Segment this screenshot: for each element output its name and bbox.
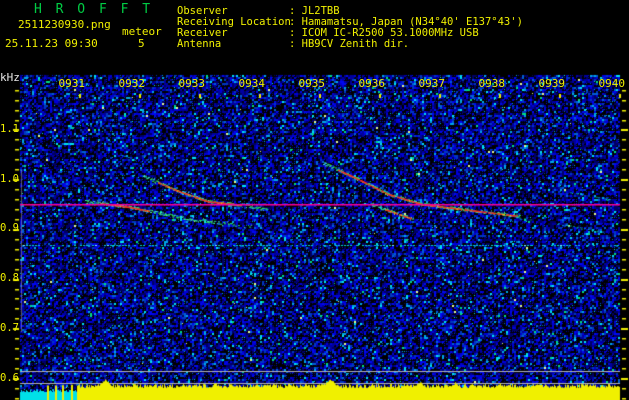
station-info: Observer: JL2TBB Receiving Location: Hama… bbox=[177, 6, 523, 50]
station-info-row: Antenna: HB9CV Zenith dir. bbox=[177, 38, 410, 50]
spectrogram-canvas bbox=[0, 0, 629, 400]
freq-axis-unit: kHz bbox=[0, 71, 20, 84]
capture-filename: 2511230930.png bbox=[18, 18, 111, 31]
app-title: H R O F F T bbox=[34, 2, 154, 17]
time-tick-label: 0938 bbox=[478, 77, 506, 90]
time-tick-label: 0937 bbox=[418, 77, 446, 90]
hrofft-screen: H R O F F T 2511230930.png meteor 25.11.… bbox=[0, 0, 629, 400]
freq-tick-label: 0.9 bbox=[0, 222, 19, 235]
time-tick-label: 0940 bbox=[598, 77, 626, 90]
freq-tick-label: 1.0 bbox=[0, 172, 19, 185]
time-tick-label: 0939 bbox=[538, 77, 566, 90]
time-tick-label: 0933 bbox=[178, 77, 206, 90]
time-tick-label: 0934 bbox=[238, 77, 266, 90]
time-tick-label: 0935 bbox=[298, 77, 326, 90]
echo-count: 5 bbox=[138, 37, 145, 50]
time-tick-label: 0932 bbox=[118, 77, 146, 90]
freq-tick-label: 0.8 bbox=[0, 272, 19, 285]
freq-tick-label: 0.6 bbox=[0, 371, 19, 384]
capture-datetime: 25.11.23 09:30 bbox=[5, 37, 98, 50]
time-tick-label: 0931 bbox=[58, 77, 86, 90]
time-tick-label: 0936 bbox=[358, 77, 386, 90]
freq-tick-label: 1.1 bbox=[0, 123, 19, 135]
freq-tick-label: 0.7 bbox=[0, 321, 19, 334]
